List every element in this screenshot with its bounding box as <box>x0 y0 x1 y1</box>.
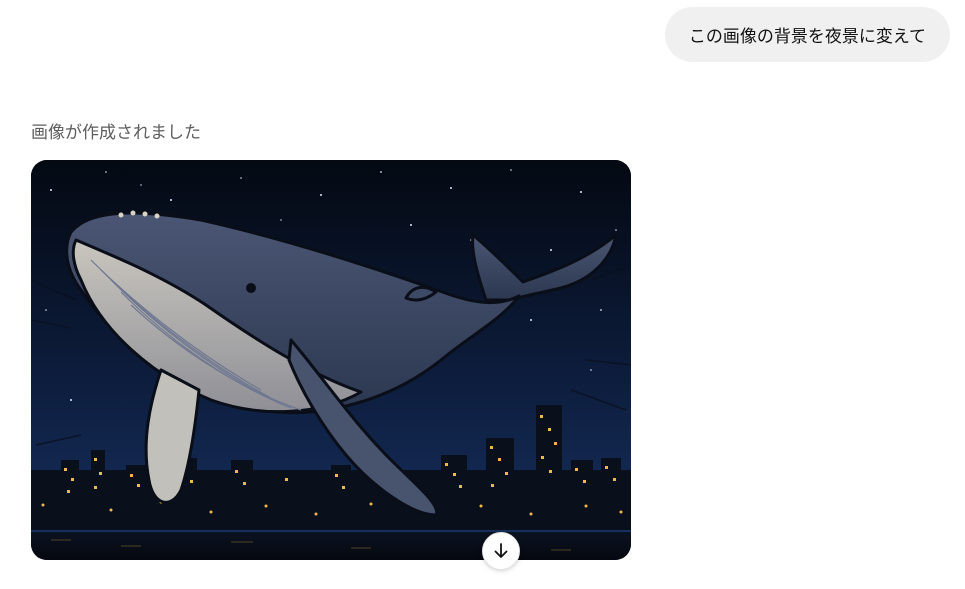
whale-night-illustration <box>31 160 631 560</box>
generated-image[interactable] <box>31 160 631 560</box>
image-created-status: 画像が作成されました <box>31 123 201 143</box>
arrow-down-icon <box>494 543 508 558</box>
user-message-bubble: この画像の背景を夜景に変えて <box>664 7 950 62</box>
whale-eye <box>246 283 256 293</box>
user-message-text: この画像の背景を夜景に変えて <box>688 27 926 47</box>
download-button[interactable] <box>482 532 520 570</box>
